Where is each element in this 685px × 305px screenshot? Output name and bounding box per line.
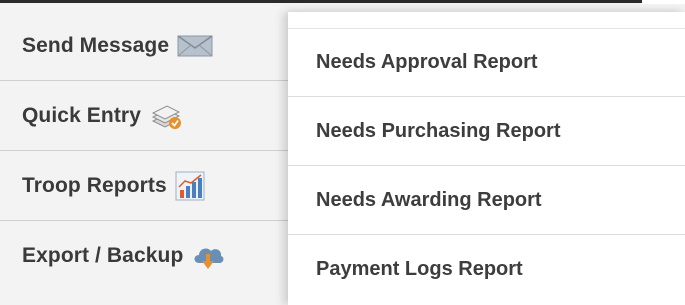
submenu-item-label: Needs Purchasing Report <box>316 119 561 142</box>
submenu-item-payment-logs-report[interactable]: Payment Logs Report <box>288 235 685 304</box>
menu-item-label: Send Message <box>22 33 170 57</box>
top-border-gap <box>642 0 685 4</box>
menu-item-label: Export / Backup <box>22 244 184 267</box>
cloud-download-icon <box>191 241 225 271</box>
submenu-item-needs-approval-report[interactable]: Needs Approval Report <box>288 28 685 97</box>
left-menu: Send Message Quick Entry Troop Reports E… <box>0 3 300 305</box>
menu-item-label: Troop Reports <box>22 173 167 197</box>
bar-chart-icon <box>175 171 205 201</box>
paper-stack-check-icon <box>149 101 183 131</box>
submenu-item-needs-purchasing-report[interactable]: Needs Purchasing Report <box>288 97 685 166</box>
menu-item-troop-reports[interactable]: Troop Reports <box>0 151 300 221</box>
menu-item-send-message[interactable]: Send Message <box>0 11 300 81</box>
envelope-icon <box>177 34 213 58</box>
submenu-item-label: Needs Awarding Report <box>316 188 542 211</box>
menu-item-label: Quick Entry <box>22 103 141 127</box>
submenu-item-label: Payment Logs Report <box>316 258 523 280</box>
submenu-item-needs-awarding-report[interactable]: Needs Awarding Report <box>288 166 685 235</box>
menu-item-quick-entry[interactable]: Quick Entry <box>0 81 300 151</box>
reports-submenu: Needs Approval Report Needs Purchasing R… <box>288 12 685 305</box>
submenu-item-label: Needs Approval Report <box>316 50 538 73</box>
menu-item-export-backup[interactable]: Export / Backup <box>0 221 300 291</box>
